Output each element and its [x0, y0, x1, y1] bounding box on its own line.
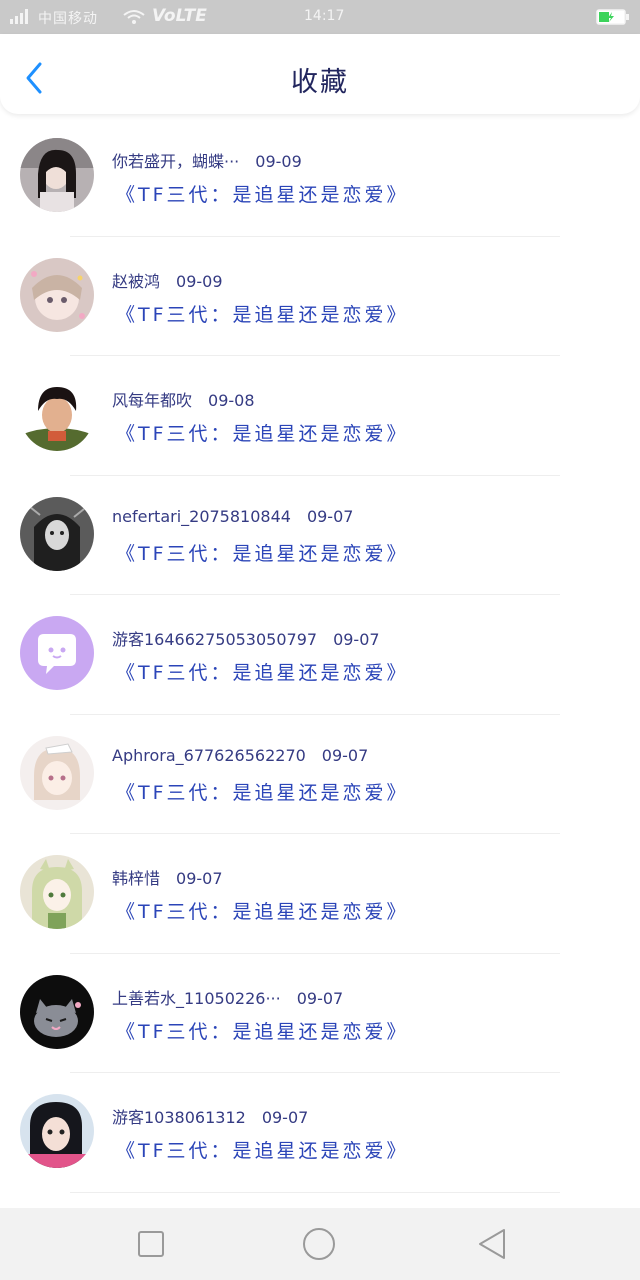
item-subject[interactable]: 《TF三代：是追星还是恋爱》: [116, 300, 409, 327]
item-date: 09-07: [321, 745, 369, 765]
item-meta: 游客1038061312 09-07: [112, 1104, 308, 1128]
item-subject[interactable]: 《TF三代：是追星还是恋爱》: [116, 897, 409, 924]
item-subject[interactable]: 《TF三代：是追星还是恋爱》: [116, 658, 409, 685]
item-meta: Aphrora_677626562270 09-07: [112, 746, 368, 765]
status-bar: 中国移动 VoLTE 14:17: [0, 0, 640, 34]
back-triangle-icon[interactable]: [474, 1226, 510, 1262]
list-item[interactable]: 你若盛开，蝴蝶··· 09-09 《TF三代：是追星还是恋爱》: [0, 118, 640, 238]
avatar[interactable]: [20, 138, 94, 212]
item-subject[interactable]: 《TF三代：是追星还是恋爱》: [116, 1136, 409, 1163]
clock: 14:17: [304, 8, 345, 24]
divider: [70, 713, 560, 715]
item-meta: 你若盛开，蝴蝶··· 09-09: [112, 148, 302, 172]
user-name: 游客1038061312: [112, 1108, 246, 1127]
avatar[interactable]: [20, 1094, 94, 1168]
page-title: 收藏: [291, 67, 349, 98]
item-date: 09-07: [296, 988, 344, 1008]
list-item[interactable]: 上善若水_11050226··· 09-07 《TF三代：是追星还是恋爱》: [0, 955, 640, 1075]
user-name: 韩梓惜: [112, 869, 161, 888]
item-subject[interactable]: 《TF三代：是追星还是恋爱》: [116, 539, 409, 566]
recent-apps-square-icon[interactable]: [133, 1226, 169, 1262]
divider: [70, 952, 560, 954]
user-name: 上善若水_11050226···: [112, 988, 281, 1008]
avatar[interactable]: [20, 974, 94, 1049]
list-item[interactable]: 游客16466275053050797 09-07 《TF三代：是追星还是恋爱》: [0, 596, 640, 716]
list-item[interactable]: nefertari_2075810844 09-07 《TF三代：是追星还是恋爱》: [0, 477, 640, 597]
user-name: 赵被鸿: [112, 271, 161, 291]
user-name: 游客16466275053050797: [112, 630, 318, 649]
item-meta: 上善若水_11050226··· 09-07: [112, 985, 343, 1009]
home-circle-icon[interactable]: [301, 1226, 337, 1262]
list-item[interactable]: Aphrora_677626562270 09-07 《TF三代：是追星还是恋爱》: [0, 716, 640, 836]
avatar[interactable]: [20, 377, 94, 451]
wifi-icon: [123, 10, 145, 24]
divider: [70, 833, 560, 834]
list-item[interactable]: 游客1038061312 09-07 《TF三代：是追星还是恋爱》: [0, 1074, 640, 1194]
avatar[interactable]: [20, 616, 94, 690]
avatar[interactable]: [20, 855, 94, 929]
divider: [70, 474, 560, 476]
battery-charging-icon: [596, 9, 629, 25]
divider: [70, 355, 560, 356]
item-subject[interactable]: 《TF三代：是追星还是恋爱》: [116, 180, 409, 207]
favorites-list: 你若盛开，蝴蝶··· 09-09 《TF三代：是追星还是恋爱》 赵被鸿 09-09 …: [0, 118, 640, 1194]
item-date: 09-07: [261, 1108, 309, 1127]
avatar[interactable]: [20, 735, 94, 810]
item-subject[interactable]: 《TF三代：是追星还是恋爱》: [116, 419, 409, 446]
list-item[interactable]: 韩梓惜 09-07 《TF三代：是追星还是恋爱》: [0, 835, 640, 955]
divider: [70, 1191, 560, 1193]
item-date: 09-09: [176, 271, 223, 291]
divider: [70, 235, 560, 237]
item-meta: 游客16466275053050797 09-07: [112, 626, 380, 650]
user-name: nefertari_2075810844: [112, 506, 291, 526]
divider: [70, 1072, 560, 1073]
item-date: 09-09: [255, 152, 302, 171]
item-subject[interactable]: 《TF三代：是追星还是恋爱》: [116, 778, 409, 805]
list-item[interactable]: 赵被鸿 09-09 《TF三代：是追星还是恋爱》: [0, 238, 640, 358]
user-name: Aphrora_677626562270: [112, 745, 306, 765]
item-meta: 风每年都吹 09-08: [112, 387, 255, 411]
user-name: 风每年都吹: [112, 391, 193, 410]
signal-icon: [10, 9, 28, 24]
item-meta: 赵被鸿 09-09: [112, 268, 223, 292]
avatar[interactable]: [20, 257, 94, 332]
header: 收藏: [0, 34, 640, 114]
item-date: 09-08: [208, 391, 255, 410]
network-label: VoLTE: [152, 6, 207, 26]
item-subject[interactable]: 《TF三代：是追星还是恋爱》: [116, 1017, 409, 1044]
item-date: 09-07: [176, 869, 223, 888]
item-date: 09-07: [333, 630, 380, 649]
item-date: 09-07: [306, 506, 354, 526]
avatar[interactable]: [20, 496, 94, 571]
carrier-label: 中国移动: [38, 11, 98, 27]
item-meta: nefertari_2075810844 09-07: [112, 507, 353, 526]
divider: [70, 594, 560, 595]
user-name: 你若盛开，蝴蝶···: [112, 152, 240, 171]
list-item[interactable]: 风每年都吹 09-08 《TF三代：是追星还是恋爱》: [0, 357, 640, 477]
navigation-bar: [0, 1208, 640, 1280]
item-meta: 韩梓惜 09-07: [112, 865, 223, 889]
